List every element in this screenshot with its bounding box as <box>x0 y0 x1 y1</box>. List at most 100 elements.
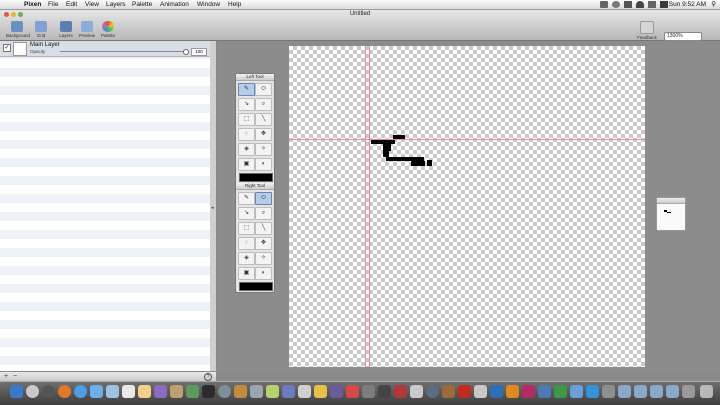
left-zoom-tool[interactable]: ⌕ <box>255 98 272 111</box>
left-lasso-tool[interactable]: ◌ <box>238 128 255 141</box>
menu-help[interactable]: Help <box>228 0 241 9</box>
dock-app-icon[interactable] <box>394 385 407 398</box>
dock-app-icon[interactable] <box>362 385 375 398</box>
bluetooth-icon[interactable] <box>624 1 632 8</box>
dock-folder-icon[interactable] <box>666 385 679 398</box>
vertical-guide-1[interactable] <box>365 46 366 367</box>
menu-clock[interactable]: Sun 9:52 AM <box>669 0 706 9</box>
horizontal-guide[interactable] <box>289 139 645 140</box>
dock-photoshop-icon[interactable] <box>490 385 503 398</box>
dock-mail-icon[interactable] <box>90 385 103 398</box>
dock-acrobat-icon[interactable] <box>458 385 471 398</box>
pixel-canvas[interactable] <box>289 46 645 367</box>
dock-firefox-icon[interactable] <box>58 385 71 398</box>
left-fill-tool[interactable]: ◈ <box>238 143 255 156</box>
background-button[interactable]: Background <box>6 21 30 38</box>
preview-titlebar[interactable] <box>657 198 685 204</box>
menu-edit[interactable]: Edit <box>66 0 77 9</box>
preview-window[interactable] <box>656 197 686 231</box>
status-icon[interactable] <box>600 1 608 8</box>
dock-app-icon[interactable] <box>314 385 327 398</box>
layers-button[interactable]: Layers <box>55 21 77 38</box>
right-fill-tool[interactable]: ◈ <box>238 252 255 265</box>
dock-app-icon[interactable] <box>410 385 423 398</box>
palette-button[interactable]: Palette <box>97 21 119 38</box>
right-rectangle-tool[interactable]: ▣ <box>238 267 255 280</box>
left-eraser-tool[interactable]: ⬭ <box>255 83 272 96</box>
menu-animation[interactable]: Animation <box>160 0 189 9</box>
feedback-button[interactable]: Feedback <box>636 21 658 40</box>
grid-button[interactable]: Grid <box>30 21 52 38</box>
dock-app-icon[interactable] <box>298 385 311 398</box>
sidebar-splitter[interactable]: ◂ <box>210 41 217 371</box>
dock-app-icon[interactable] <box>234 385 247 398</box>
menu-window[interactable]: Window <box>197 0 220 9</box>
menu-file[interactable]: File <box>48 0 58 9</box>
dock-folder-icon[interactable] <box>634 385 647 398</box>
dock-app-icon[interactable] <box>378 385 391 398</box>
dock-folder-icon[interactable] <box>618 385 631 398</box>
left-move-tool[interactable]: ✥ <box>255 128 272 141</box>
dock-ichat-icon[interactable] <box>106 385 119 398</box>
dock-ical-icon[interactable] <box>122 385 135 398</box>
help-button[interactable]: ? <box>204 373 212 381</box>
dock-folder-icon[interactable] <box>650 385 663 398</box>
dock-downloads-icon[interactable] <box>682 385 695 398</box>
dock-safari-icon[interactable] <box>74 385 87 398</box>
left-select-tool[interactable]: ⬚ <box>238 113 255 126</box>
right-zoom-tool[interactable]: ⌕ <box>255 207 272 220</box>
menu-view[interactable]: View <box>85 0 99 9</box>
left-rectangle-tool[interactable]: ▣ <box>238 158 255 171</box>
spotlight-icon[interactable]: ⚲ <box>711 0 716 9</box>
left-wand-tool[interactable]: ✧ <box>255 143 272 156</box>
layer-opacity-knob[interactable] <box>183 49 189 55</box>
right-eraser-tool[interactable]: ⬭ <box>255 192 272 205</box>
right-line-tool[interactable]: ╲ <box>255 222 272 235</box>
dock-app-icon[interactable] <box>330 385 343 398</box>
dock-terminal-icon[interactable] <box>202 385 215 398</box>
volume-icon[interactable] <box>648 1 656 8</box>
layer-visibility-checkbox[interactable]: ✓ <box>3 44 11 52</box>
right-pencil-tool[interactable]: ✎ <box>238 192 255 205</box>
dock-app-icon[interactable] <box>282 385 295 398</box>
right-move-tool[interactable]: ✥ <box>255 237 272 250</box>
left-line-tool[interactable]: ╲ <box>255 113 272 126</box>
layer-row-main[interactable]: ✓ Main Layer Opacity 100 <box>0 41 210 57</box>
dock-app-icon[interactable] <box>426 385 439 398</box>
dock-app-icon[interactable] <box>250 385 263 398</box>
left-color-well[interactable] <box>239 173 273 182</box>
add-layer-button[interactable]: + <box>2 373 10 380</box>
layer-opacity-slider[interactable] <box>60 51 185 52</box>
dock-mission-control-icon[interactable] <box>42 385 55 398</box>
left-pencil-tool[interactable]: ✎ <box>238 83 255 96</box>
dock-finder-icon[interactable] <box>10 385 23 398</box>
dock-dashboard-icon[interactable] <box>26 385 39 398</box>
right-color-well[interactable] <box>239 282 273 291</box>
dock-app-icon[interactable] <box>474 385 487 398</box>
wifi-icon[interactable] <box>636 1 644 8</box>
dock-stickies-icon[interactable] <box>138 385 151 398</box>
dock-app-icon[interactable] <box>186 385 199 398</box>
preview-button[interactable]: Preview <box>76 21 98 38</box>
menu-palette[interactable]: Palette <box>132 0 152 9</box>
dock-app-icon[interactable] <box>570 385 583 398</box>
dock-app-icon[interactable] <box>346 385 359 398</box>
menu-layers[interactable]: Layers <box>106 0 126 9</box>
right-select-tool[interactable]: ⬚ <box>238 222 255 235</box>
left-eyedropper-tool[interactable]: ↘ <box>238 98 255 111</box>
dock-word-icon[interactable] <box>538 385 551 398</box>
zoom-select[interactable]: 1300% <box>664 32 702 41</box>
battery-icon[interactable] <box>660 1 668 8</box>
remove-layer-button[interactable]: − <box>11 373 19 380</box>
dock-itunes-icon[interactable] <box>154 385 167 398</box>
layer-opacity-value[interactable]: 100 <box>191 48 207 56</box>
dock-app-icon[interactable] <box>602 385 615 398</box>
dock-photos-icon[interactable] <box>170 385 183 398</box>
right-ellipse-tool[interactable]: ◐ <box>255 267 272 280</box>
right-wand-tool[interactable]: ✧ <box>255 252 272 265</box>
time-machine-icon[interactable] <box>612 1 620 8</box>
left-ellipse-tool[interactable]: ◐ <box>255 158 272 171</box>
dock-illustrator-icon[interactable] <box>506 385 519 398</box>
menu-app-name[interactable]: Pixen <box>24 0 41 9</box>
right-eyedropper-tool[interactable]: ↘ <box>238 207 255 220</box>
